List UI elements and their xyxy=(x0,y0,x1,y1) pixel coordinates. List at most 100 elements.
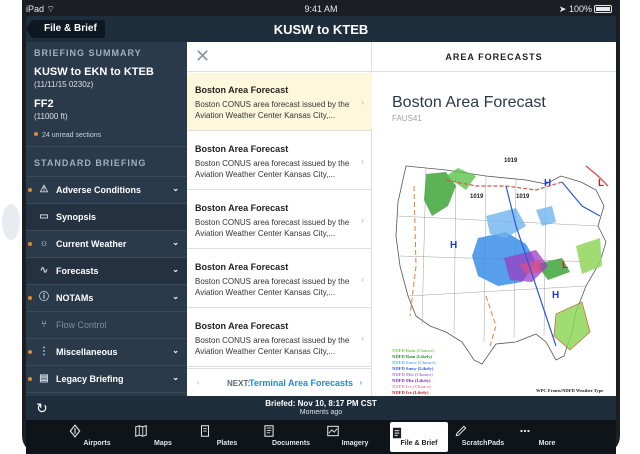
tab-documents[interactable]: Documents xyxy=(262,420,320,454)
route-date: (11/11/15 0230z) xyxy=(34,80,94,89)
next-navigation: ‹ NEXT: Terminal Area Forecasts › xyxy=(187,368,372,396)
list-item[interactable]: Boston Area Forecast Boston CONUS area fo… xyxy=(187,73,372,131)
sidebar-item-current-weather[interactable]: ☼ Current Weather ⌄ xyxy=(26,231,187,257)
chevron-down-icon: ⌄ xyxy=(172,265,179,274)
airport-icon xyxy=(69,424,81,438)
page-margin xyxy=(0,0,22,454)
tab-airports[interactable]: Airports xyxy=(68,420,126,454)
legend-item: NDFD Rain (Likely) xyxy=(392,354,433,359)
document-code: FAUS41 xyxy=(392,114,422,123)
legend-item: NDFD Ice (Likely) xyxy=(392,390,429,395)
unread-indicator xyxy=(28,188,32,192)
pressure-value: 1019 xyxy=(516,194,530,200)
map-credit: WPC Fronts/NDFD Weather Type xyxy=(536,388,603,393)
sidebar-item-synopsis[interactable]: ▭ Synopsis xyxy=(26,204,187,230)
legend-item: NDFD Snow (Chance) xyxy=(392,360,436,365)
forecast-title: Boston Area Forecast xyxy=(195,262,289,272)
sidebar-item-flow-control: ⑂ Flow Control xyxy=(26,312,187,338)
chevron-right-icon: › xyxy=(361,97,364,107)
chevron-left-icon[interactable]: ‹ xyxy=(197,378,200,387)
scratchpad-icon xyxy=(455,425,467,437)
misc-icon: ⋮ xyxy=(39,346,49,357)
tab-label: More xyxy=(538,440,556,447)
high-pressure-label: H xyxy=(544,178,551,189)
briefed-ago: Moments ago xyxy=(299,409,343,416)
document-title: Boston Area Forecast xyxy=(392,94,546,111)
chevron-down-icon: ⌄ xyxy=(172,292,179,301)
sidebar-item-label: NOTAMs xyxy=(56,293,94,303)
forecast-description: Boston CONUS area forecast issued by the… xyxy=(195,277,350,297)
forecast-description: Boston CONUS area forecast issued by the… xyxy=(195,100,350,120)
page-title: KUSW to KTEB xyxy=(273,22,369,37)
list-item[interactable]: Boston Area Forecast Boston CONUS area fo… xyxy=(187,191,372,249)
divider xyxy=(26,392,187,393)
sidebar-item-label: Legacy Briefing xyxy=(56,374,124,384)
imagery-icon xyxy=(327,425,339,437)
legend-item: NDFD Mix (Likely) xyxy=(392,378,431,383)
clock: 9:41 AM xyxy=(304,4,338,14)
low-pressure-label: L xyxy=(598,178,604,189)
tab-label: Documents xyxy=(271,440,311,447)
tab-label: Airports xyxy=(83,440,111,447)
location-icon: ➤ xyxy=(558,4,567,14)
chevron-right-icon: › xyxy=(361,215,364,225)
detail-heading: AREA FORECASTS xyxy=(445,52,543,62)
close-icon[interactable]: ✕ xyxy=(195,46,210,67)
flow-icon: ⑂ xyxy=(41,319,47,330)
sidebar-item-notams[interactable]: ⓘ NOTAMs ⌄ xyxy=(26,285,187,311)
brief-status-bar: ↻ Briefed: Nov 10, 8:17 PM CST Moments a… xyxy=(26,396,616,420)
warning-icon: ⚠ xyxy=(39,184,49,195)
legend-item: NDFD Ice (Chance) xyxy=(392,384,431,389)
sidebar-item-adverse-conditions[interactable]: ⚠ Adverse Conditions ⌄ xyxy=(26,177,187,203)
next-label: NEXT: xyxy=(227,379,251,388)
home-indicator-dot xyxy=(2,204,20,240)
unread-indicator xyxy=(28,377,32,381)
tab-file-brief[interactable]: File & Brief xyxy=(390,422,448,452)
chevron-down-icon: ⌄ xyxy=(172,238,179,247)
sidebar-item-forecasts[interactable]: ∿ Forecasts ⌄ xyxy=(26,258,187,284)
info-icon: ⓘ xyxy=(39,292,49,303)
unread-indicator xyxy=(28,242,32,246)
chevron-right-icon: › xyxy=(361,156,364,166)
unread-count: 24 unread sections xyxy=(34,132,101,139)
forecast-description: Boston CONUS area forecast issued by the… xyxy=(195,218,350,238)
tab-more[interactable]: More xyxy=(518,420,576,454)
list-item[interactable]: Boston Area Forecast Boston CONUS area fo… xyxy=(187,250,372,308)
tab-plates[interactable]: Plates xyxy=(198,420,256,454)
tab-label: ScratchPads xyxy=(461,440,505,447)
forecast-title: Boston Area Forecast xyxy=(195,321,289,331)
divider xyxy=(26,146,187,147)
list-item[interactable]: Boston Area Forecast Boston CONUS area fo… xyxy=(187,309,372,367)
next-forecast-link[interactable]: Terminal Area Forecasts xyxy=(249,378,353,388)
battery-icon xyxy=(594,5,612,13)
weather-icon: ☼ xyxy=(39,238,49,249)
sidebar-item-label: Adverse Conditions xyxy=(56,185,142,195)
forecast-title: Boston Area Forecast xyxy=(195,85,289,95)
tab-maps[interactable]: Maps xyxy=(134,420,192,454)
sidebar-item-legacy-briefing[interactable]: ▤ Legacy Briefing ⌄ xyxy=(26,366,187,392)
more-icon xyxy=(520,429,530,433)
high-pressure-label: H xyxy=(450,240,457,251)
tab-label: Plates xyxy=(216,440,238,447)
sidebar-item-miscellaneous[interactable]: ⋮ Miscellaneous ⌄ xyxy=(26,339,187,365)
legend-item: NDFD Snow (Likely) xyxy=(392,366,434,371)
chevron-right-icon[interactable]: › xyxy=(359,378,362,387)
sidebar-item-label: Synopsis xyxy=(56,212,97,222)
sidebar-item-label: Forecasts xyxy=(56,266,99,276)
forecast-description: Boston CONUS area forecast issued by the… xyxy=(195,159,350,179)
forecast-title: Boston Area Forecast xyxy=(195,144,289,154)
detail-header: AREA FORECASTS xyxy=(372,42,616,72)
standard-briefing-heading: STANDARD BRIEFING xyxy=(34,158,147,168)
forecast-map[interactable]: 1019 1019 1019 H H H L L NDFD Rain (Chan… xyxy=(386,146,616,396)
pressure-value: 1019 xyxy=(504,158,518,164)
map-icon xyxy=(135,425,147,437)
battery-status: ➤ 100% xyxy=(559,4,612,15)
forecast-title: Boston Area Forecast xyxy=(195,203,289,213)
sidebar-item-label: Miscellaneous xyxy=(56,347,118,357)
forecast-description: Boston CONUS area forecast issued by the… xyxy=(195,336,350,356)
chevron-down-icon: ⌄ xyxy=(172,346,179,355)
list-item[interactable]: Boston Area Forecast Boston CONUS area fo… xyxy=(187,132,372,190)
tab-imagery[interactable]: Imagery xyxy=(326,420,384,454)
tab-scratchpads[interactable]: ScratchPads xyxy=(454,420,512,454)
tab-bar: Airports Maps Plates Documents Imagery File &… xyxy=(26,420,616,454)
